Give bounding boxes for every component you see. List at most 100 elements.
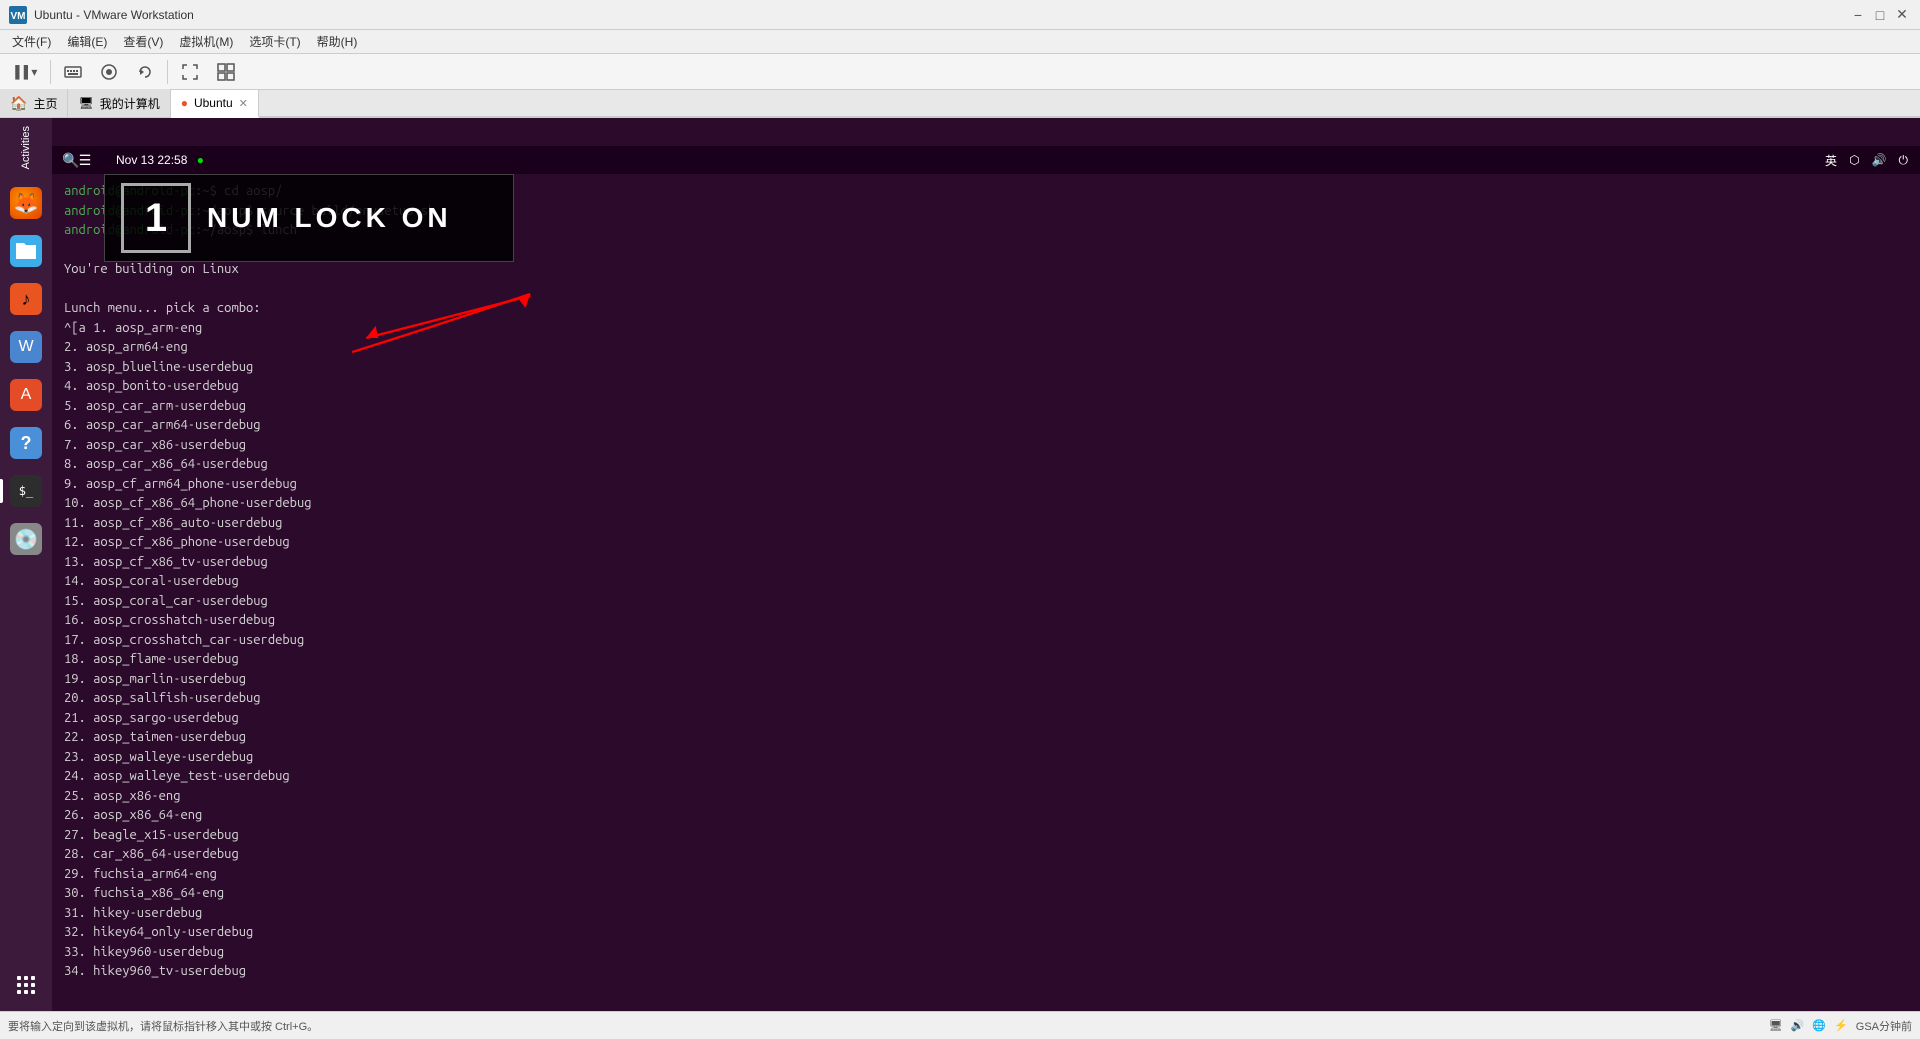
- terminal-menu-button[interactable]: ☰: [78, 153, 92, 167]
- help-icon: ?: [10, 427, 42, 459]
- topbar-lang: 英: [1825, 152, 1837, 169]
- appstore-icon: A: [10, 379, 42, 411]
- terminal-output-20: 20. aosp_sallfish-userdebug: [64, 689, 1908, 709]
- terminal-output-10: 10. aosp_cf_x86_64_phone-userdebug: [64, 494, 1908, 514]
- ubuntu-sidebar: Activities 🦊 ♪ W A ?: [0, 118, 52, 1011]
- window-controls[interactable]: − □ ✕: [1848, 5, 1912, 25]
- ubuntu-topbar: Nov 13 22:58 ● 英 ⬡ 🔊 ⏻: [104, 146, 1920, 174]
- terminal-output-14: 14. aosp_coral-userdebug: [64, 572, 1908, 592]
- terminal-output-11: 11. aosp_cf_x86_auto-userdebug: [64, 514, 1908, 534]
- terminal-output-29: 29. fuchsia_arm64-eng: [64, 865, 1908, 885]
- snapshot-icon: [100, 63, 118, 81]
- sidebar-item-firefox[interactable]: 🦊: [4, 181, 48, 225]
- vmware-titlebar: VM Ubuntu - VMware Workstation − □ ✕: [0, 0, 1920, 30]
- numlock-text: NUM LOCK ON: [207, 202, 452, 234]
- sidebar-item-dvd[interactable]: 💿: [4, 517, 48, 561]
- dvd-icon: 💿: [10, 523, 42, 555]
- terminal-output-lunch-menu: Lunch menu... pick a combo:: [64, 299, 1908, 319]
- files-icon: [10, 235, 42, 267]
- sidebar-item-appstore[interactable]: A: [4, 373, 48, 417]
- terminal-area[interactable]: Nov 13 22:58 ● 英 ⬡ 🔊 ⏻ 🔍 ☰ android@andro…: [52, 146, 1920, 1011]
- toolbar-separator-1: [50, 60, 51, 84]
- menu-vm[interactable]: 虚拟机(M): [171, 31, 241, 52]
- menu-tabs[interactable]: 选项卡(T): [241, 31, 308, 52]
- home-icon: 🏠: [10, 95, 27, 112]
- terminal-output-22: 22. aosp_taimen-userdebug: [64, 728, 1908, 748]
- pause-icon: ▐▐ ▾: [11, 65, 37, 79]
- terminal-output-23: 23. aosp_walleye-userdebug: [64, 748, 1908, 768]
- unity-button[interactable]: [210, 59, 242, 85]
- snapshot-button[interactable]: [93, 59, 125, 85]
- close-button[interactable]: ✕: [1892, 5, 1912, 25]
- revert-button[interactable]: [129, 59, 161, 85]
- terminal-output-32: 32. hikey64_only-userdebug: [64, 923, 1908, 943]
- terminal-output-26: 26. aosp_x86_64-eng: [64, 806, 1908, 826]
- svg-text:VM: VM: [11, 11, 26, 22]
- terminal-output-4: 4. aosp_bonito-userdebug: [64, 377, 1908, 397]
- sidebar-item-libreoffice[interactable]: W: [4, 325, 48, 369]
- libreoffice-icon: W: [10, 331, 42, 363]
- topbar-dot: ●: [197, 153, 204, 167]
- statusbar-network-icon: 🌐: [1812, 1019, 1826, 1032]
- topbar-right: 英 ⬡ 🔊 ⏻: [1825, 152, 1908, 169]
- tab-close-icon[interactable]: ✕: [239, 97, 248, 110]
- maximize-button[interactable]: □: [1870, 5, 1890, 25]
- pause-resume-button[interactable]: ▐▐ ▾: [4, 61, 44, 83]
- menu-view[interactable]: 查看(V): [115, 31, 171, 52]
- terminal-output-16: 16. aosp_crosshatch-userdebug: [64, 611, 1908, 631]
- fullscreen-icon: [181, 63, 199, 81]
- fullscreen-button[interactable]: [174, 59, 206, 85]
- apps-grid-button[interactable]: [14, 973, 38, 1003]
- tab-home[interactable]: 🏠 主页: [0, 89, 68, 117]
- numlock-number: 1: [121, 183, 191, 253]
- terminal-output-2: 2. aosp_arm64-eng: [64, 338, 1908, 358]
- terminal-output-24: 24. aosp_walleye_test-userdebug: [64, 767, 1908, 787]
- terminal-content[interactable]: android@android-pc:~$ cd aosp/ android@a…: [52, 174, 1920, 983]
- terminal-output-33: 33. hikey960-userdebug: [64, 943, 1908, 963]
- window-title: Ubuntu - VMware Workstation: [34, 8, 1848, 22]
- numlock-overlay: 1 NUM LOCK ON: [104, 174, 514, 262]
- menu-file[interactable]: 文件(F): [4, 31, 59, 52]
- terminal-output-30: 30. fuchsia_x86_64-eng: [64, 884, 1908, 904]
- terminal-output-1: ^[a 1. aosp_arm-eng: [64, 319, 1908, 339]
- firefox-icon: 🦊: [10, 187, 42, 219]
- terminal-output-6: 6. aosp_car_arm64-userdebug: [64, 416, 1908, 436]
- vm-main-area: Activities 🦊 ♪ W A ?: [0, 118, 1920, 1011]
- music-icon: ♪: [10, 283, 42, 315]
- terminal-blank-2: [64, 280, 1908, 300]
- tab-ubuntu[interactable]: ● Ubuntu ✕: [171, 90, 259, 118]
- terminal-output-7: 7. aosp_car_x86-userdebug: [64, 436, 1908, 456]
- minimize-button[interactable]: −: [1848, 5, 1868, 25]
- statusbar-extra: GSA分钟前: [1856, 1018, 1912, 1034]
- statusbar-usb-icon: ⚡: [1834, 1019, 1848, 1032]
- topbar-power-icon: ⏻: [1899, 153, 1909, 168]
- tab-my-computer[interactable]: 🖥 我的计算机: [68, 89, 170, 117]
- terminal-output-15: 15. aosp_coral_car-userdebug: [64, 592, 1908, 612]
- topbar-date: Nov 13 22:58 ●: [116, 153, 204, 167]
- send-ctrl-alt-del-button[interactable]: [57, 59, 89, 85]
- terminal-output-31: 31. hikey-userdebug: [64, 904, 1908, 924]
- terminal-output-9: 9. aosp_cf_arm64_phone-userdebug: [64, 475, 1908, 495]
- sidebar-item-music[interactable]: ♪: [4, 277, 48, 321]
- menu-help[interactable]: 帮助(H): [309, 31, 366, 52]
- vmware-icon: VM: [8, 5, 28, 25]
- topbar-network-icon: ⬡: [1849, 153, 1859, 167]
- terminal-output-8: 8. aosp_car_x86_64-userdebug: [64, 455, 1908, 475]
- activities-label[interactable]: Activities: [20, 118, 32, 177]
- terminal-output-19: 19. aosp_marlin-userdebug: [64, 670, 1908, 690]
- sidebar-item-files[interactable]: [4, 229, 48, 273]
- terminal-search-button[interactable]: 🔍: [64, 153, 78, 167]
- terminal-output-18: 18. aosp_flame-userdebug: [64, 650, 1908, 670]
- terminal-output-building: You're building on Linux: [64, 260, 1908, 280]
- terminal-output-17: 17. aosp_crosshatch_car-userdebug: [64, 631, 1908, 651]
- toolbar-separator-2: [167, 60, 168, 84]
- tab-home-label: 主页: [33, 95, 57, 112]
- sidebar-item-terminal[interactable]: $_: [4, 469, 48, 513]
- terminal-output-5: 5. aosp_car_arm-userdebug: [64, 397, 1908, 417]
- menu-edit[interactable]: 编辑(E): [59, 31, 115, 52]
- terminal-output-27: 27. beagle_x15-userdebug: [64, 826, 1908, 846]
- topbar-volume-icon: 🔊: [1872, 153, 1887, 167]
- ubuntu-tab-icon: ●: [181, 96, 188, 110]
- vmware-tabbar: 🏠 主页 🖥 我的计算机 ● Ubuntu ✕: [0, 90, 1920, 118]
- sidebar-item-help[interactable]: ?: [4, 421, 48, 465]
